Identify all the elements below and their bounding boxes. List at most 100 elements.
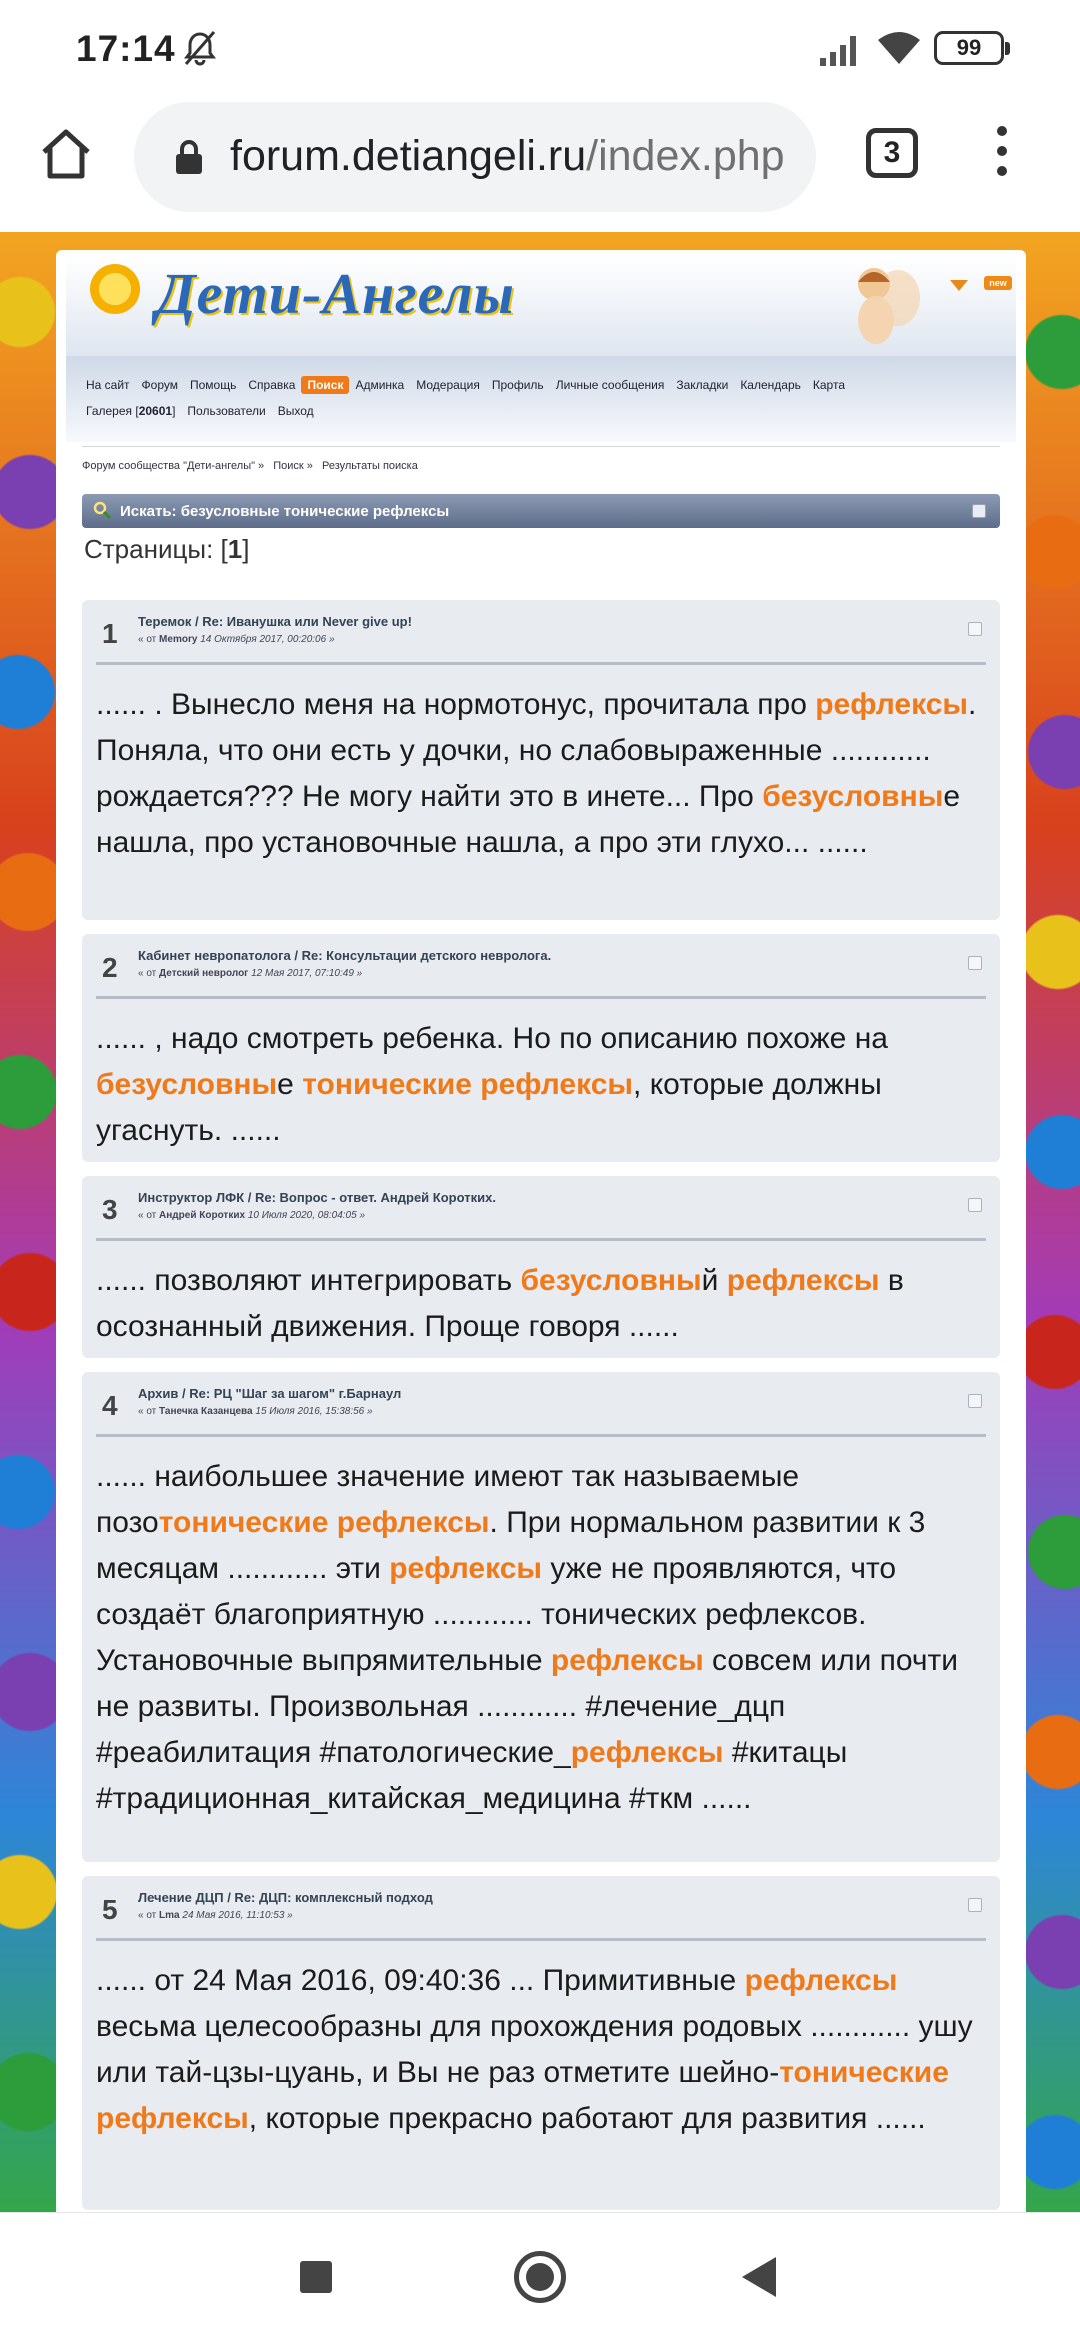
result-author-link[interactable]: Memory xyxy=(159,634,197,645)
result-excerpt: ...... , надо смотреть ребенка. Но по оп… xyxy=(96,1016,986,1154)
nav-row-secondary: Галерея [20601] Пользователи Выход xyxy=(80,402,320,420)
excerpt-text: й xyxy=(701,1264,727,1297)
highlight-term: рефлексы xyxy=(570,1736,724,1769)
highlight-term: рефлексы xyxy=(815,688,969,721)
highlight-term: безусловны xyxy=(762,780,944,813)
system-navigation-bar xyxy=(0,2212,1080,2340)
nav-bookmarks[interactable]: Закладки xyxy=(670,376,734,394)
browser-toolbar: forum.detiangeli.ru/index.php 3 xyxy=(0,96,1080,232)
highlight-term: рефлексы xyxy=(744,1964,898,1997)
result-number: 3 xyxy=(102,1194,118,1225)
result-author-link[interactable]: Андрей Коротких xyxy=(159,1210,245,1221)
result-author-link[interactable]: Lma xyxy=(159,1910,180,1921)
highlight-term: тонические рефлексы xyxy=(302,1068,634,1101)
address-bar[interactable]: forum.detiangeli.ru/index.php xyxy=(134,102,816,212)
result-checkbox[interactable] xyxy=(968,622,982,636)
status-time: 17:14 xyxy=(76,28,176,69)
result-number: 5 xyxy=(102,1894,118,1925)
nav-reference[interactable]: Справка xyxy=(242,376,301,394)
highlight-term: безусловны xyxy=(520,1264,702,1297)
new-badge[interactable]: new xyxy=(984,276,1012,290)
result-by: « от xyxy=(138,1910,157,1921)
result-by: « от xyxy=(138,634,157,645)
nav-profile[interactable]: Профиль xyxy=(486,376,550,394)
search-result-card: 5 Лечение ДЦП / Re: ДЦП: комплексный подх… xyxy=(82,1876,1000,2210)
nav-messages[interactable]: Личные сообщения xyxy=(550,376,671,394)
nav-site[interactable]: На сайт xyxy=(80,376,136,394)
result-excerpt: ...... . Вынесло меня на нормотонус, про… xyxy=(96,682,986,866)
nav-help[interactable]: Помощь xyxy=(184,376,242,394)
result-date: 15 Июля 2016, 15:38:56 » xyxy=(255,1406,373,1417)
tab-switcher-button[interactable]: 3 xyxy=(866,128,918,178)
result-checkbox[interactable] xyxy=(968,1198,982,1212)
more-menu-icon[interactable] xyxy=(990,126,1014,186)
nav-gallery-label: Галерея xyxy=(86,404,133,418)
nav-moderation[interactable]: Модерация xyxy=(410,376,486,394)
nav-logout[interactable]: Выход xyxy=(272,402,320,420)
select-all-checkbox[interactable] xyxy=(972,504,986,518)
home-icon[interactable] xyxy=(36,124,96,184)
angel-icon xyxy=(858,268,920,344)
nav-search[interactable]: Поиск xyxy=(301,376,350,394)
search-result-card: 1 Теремок / Re: Иванушка или Never give u… xyxy=(82,600,1000,920)
result-date: 14 Октября 2017, 00:20:06 » xyxy=(200,634,335,645)
result-author-link[interactable]: Детский невролог xyxy=(159,968,248,979)
breadcrumb-forum[interactable]: Форум сообщества "Дети-ангелы" » xyxy=(82,460,264,472)
search-result-card: 2 Кабинет невропатолога / Re: Консультаци… xyxy=(82,934,1000,1162)
recent-apps-icon[interactable] xyxy=(300,2261,332,2293)
lock-icon xyxy=(176,140,202,174)
excerpt-text: е xyxy=(277,1068,303,1101)
search-results-header: Искать: безусловные тонические рефлексы xyxy=(82,494,1000,528)
result-meta: « от Андрей Коротких 10 Июля 2020, 08:04… xyxy=(138,1210,365,1221)
forum-logo[interactable]: Дети-Ангелы xyxy=(156,260,515,327)
result-topic-link[interactable]: Кабинет невропатолога / Re: Консультации… xyxy=(138,948,551,963)
nav-row-main: На сайт Форум Помощь Справка Поиск Админ… xyxy=(80,376,851,394)
result-divider xyxy=(96,996,986,999)
result-topic-link[interactable]: Архив / Re: РЦ "Шаг за шагом" г.Барнаул xyxy=(138,1386,401,1401)
back-icon[interactable] xyxy=(742,2257,776,2297)
highlight-term: рефлексы xyxy=(550,1644,704,1677)
result-topic-link[interactable]: Теремок / Re: Иванушка или Never give up… xyxy=(138,614,412,629)
result-excerpt: ...... наибольшее значение имеют так наз… xyxy=(96,1454,986,1822)
wifi-icon xyxy=(878,32,920,64)
url-text: forum.detiangeli.ru/index.php xyxy=(230,132,785,181)
highlight-term: безусловны xyxy=(96,1068,278,1101)
pagination: Страницы: [1] xyxy=(84,534,249,565)
result-checkbox[interactable] xyxy=(968,1898,982,1912)
result-meta: « от Танечка Казанцева 15 Июля 2016, 15:… xyxy=(138,1406,373,1417)
result-author-link[interactable]: Танечка Казанцева xyxy=(159,1406,253,1417)
search-result-card: 3 Инструктор ЛФК / Re: Вопрос - ответ. Ан… xyxy=(82,1176,1000,1358)
result-by: « от xyxy=(138,1406,157,1417)
result-divider xyxy=(96,1938,986,1941)
result-checkbox[interactable] xyxy=(968,1394,982,1408)
battery-indicator: 99 xyxy=(934,31,1010,65)
result-date: 24 Мая 2016, 11:10:53 » xyxy=(182,1910,293,1921)
url-path: /index.php xyxy=(586,132,785,180)
pages-label: Страницы: [ xyxy=(84,534,228,564)
excerpt-text: ...... позволяют интегрировать xyxy=(96,1264,521,1297)
result-meta: « от Memory 14 Октября 2017, 00:20:06 » xyxy=(138,634,335,645)
nav-map[interactable]: Карта xyxy=(807,376,851,394)
highlight-term: тонические рефлексы xyxy=(158,1506,490,1539)
url-domain: forum.detiangeli.ru xyxy=(230,132,587,180)
result-number: 2 xyxy=(102,952,118,983)
nav-forum[interactable]: Форум xyxy=(136,376,184,394)
search-result-card: 4 Архив / Re: РЦ "Шаг за шагом" г.Барнаул… xyxy=(82,1372,1000,1862)
forum-navbar: На сайт Форум Помощь Справка Поиск Админ… xyxy=(66,356,1016,442)
highlight-term: рефлексы xyxy=(389,1552,543,1585)
collapse-arrow-icon[interactable] xyxy=(950,280,968,291)
nav-calendar[interactable]: Календарь xyxy=(734,376,807,394)
breadcrumb-results[interactable]: Результаты поиска xyxy=(322,460,418,472)
nav-admin[interactable]: Админка xyxy=(349,376,410,394)
result-topic-link[interactable]: Лечение ДЦП / Re: ДЦП: комплексный подхо… xyxy=(138,1890,433,1905)
nav-users[interactable]: Пользователи xyxy=(181,402,271,420)
excerpt-text: , которые прекрасно работают для развити… xyxy=(248,2102,926,2135)
nav-gallery[interactable]: Галерея [20601] xyxy=(80,402,181,420)
page-current[interactable]: 1 xyxy=(228,534,242,564)
home-circle-icon[interactable] xyxy=(514,2251,566,2303)
result-checkbox[interactable] xyxy=(968,956,982,970)
result-meta: « от Детский невролог 12 Мая 2017, 07:10… xyxy=(138,968,362,979)
sun-logo-icon xyxy=(90,264,140,314)
result-topic-link[interactable]: Инструктор ЛФК / Re: Вопрос - ответ. Анд… xyxy=(138,1190,496,1205)
breadcrumb-search[interactable]: Поиск » xyxy=(273,460,313,472)
